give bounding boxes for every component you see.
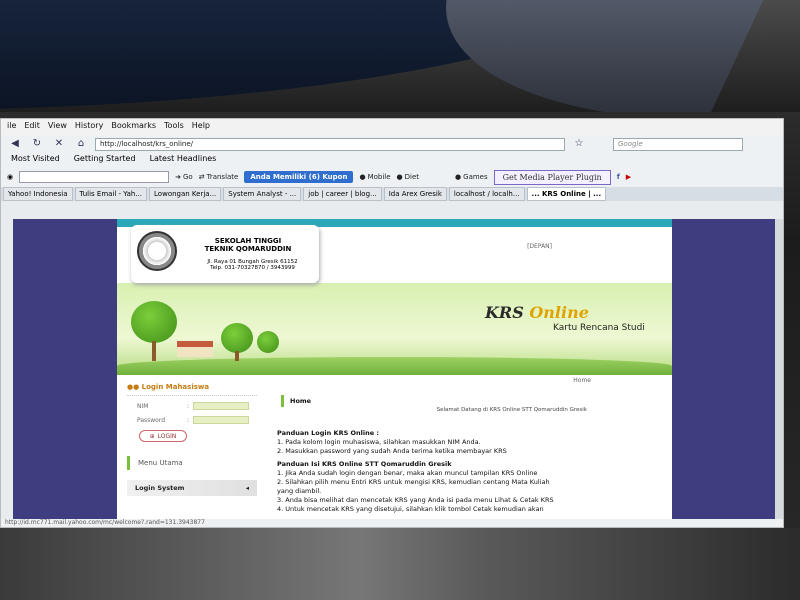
- games-icon: ●: [455, 173, 462, 181]
- diet-icon: ●: [396, 173, 403, 181]
- stop-icon[interactable]: ✕: [51, 137, 67, 151]
- school-header: SEKOLAH TINGGI TEKNIK QOMARUDDIN Jl. Ray…: [131, 225, 319, 283]
- menu-file[interactable]: ile: [7, 121, 16, 133]
- welcome-text: Selamat Datang di KRS Online STT Qomarud…: [436, 407, 587, 413]
- search-input[interactable]: Google: [613, 137, 743, 151]
- browser-screenshot: ile Edit View History Bookmarks Tools He…: [0, 118, 784, 528]
- password-input[interactable]: [193, 416, 250, 424]
- tab-lowongan[interactable]: Lowongan Kerja...: [149, 187, 222, 201]
- tab-system-analyst[interactable]: System Analyst - ...: [223, 187, 302, 201]
- menu-heading: Menu Utama: [127, 456, 257, 470]
- bookmark-latest-headlines[interactable]: Latest Headlines: [150, 154, 217, 166]
- school-name: SEKOLAH TINGGI TEKNIK QOMARUDDIN: [204, 237, 292, 253]
- tab-strip: Yahoo! Indonesia Tulis Email - Yah... Lo…: [1, 187, 783, 201]
- menu-edit[interactable]: Edit: [24, 121, 40, 133]
- youtube-icon[interactable]: ▶: [626, 173, 631, 181]
- bookmarks-bar: Most Visited Getting Started Latest Head…: [1, 153, 783, 167]
- krs-title: KRS Online: [485, 303, 589, 322]
- vertical-scrollbar[interactable]: [775, 219, 783, 519]
- tree-icon: [221, 323, 253, 353]
- tree-icon: [257, 331, 279, 353]
- facebook-icon[interactable]: f: [617, 173, 620, 181]
- toolbar-logo-icon[interactable]: ◉: [7, 173, 13, 181]
- nim-input[interactable]: [193, 402, 250, 410]
- arrow-right-icon: ⊕: [149, 432, 155, 440]
- banner-ground: [117, 357, 672, 375]
- login-button[interactable]: ⊕ LOGIN: [139, 430, 187, 442]
- url-input[interactable]: http://localhost/krs_online/: [95, 137, 565, 151]
- tree-icon: [131, 301, 177, 343]
- reload-icon[interactable]: ↻: [29, 137, 45, 151]
- school-seal-icon: [137, 231, 177, 271]
- home-heading: Home: [281, 395, 317, 407]
- browser-menubar: ile Edit View History Bookmarks Tools He…: [1, 119, 783, 135]
- login-heading: ●● Login Mahasiswa: [127, 379, 257, 396]
- translate-button[interactable]: ⇄ Translate: [199, 173, 239, 181]
- slide-header-decoration: [0, 0, 800, 112]
- bookmark-most-visited[interactable]: Most Visited: [11, 154, 60, 166]
- main-content: Home Home Selamat Datang di KRS Online S…: [267, 377, 597, 519]
- diet-button[interactable]: ● Diet: [397, 173, 420, 181]
- nim-label: NIM: [137, 402, 149, 410]
- go-button[interactable]: ➜ Go: [175, 173, 193, 181]
- password-label: Password: [137, 416, 166, 424]
- tree-trunk: [235, 351, 239, 361]
- menu-item-login-system[interactable]: Login System ◂: [127, 480, 257, 496]
- panduan-text: Panduan Login KRS Online : 1. Pada kolom…: [277, 429, 554, 513]
- menu-history[interactable]: History: [75, 121, 103, 133]
- bookmark-getting-started[interactable]: Getting Started: [74, 154, 136, 166]
- tab-job-career[interactable]: job | career | blog...: [303, 187, 382, 201]
- tab-tulis-email[interactable]: Tulis Email - Yah...: [74, 187, 148, 201]
- school-address: Jl. Raya 01 Bungah Gresik 61152 Telp. 03…: [207, 259, 298, 271]
- menu-tools[interactable]: Tools: [164, 121, 184, 133]
- go-icon: ➜: [175, 173, 181, 181]
- tab-localhost[interactable]: localhost / localh...: [448, 187, 525, 201]
- games-button[interactable]: ● Games: [455, 173, 488, 181]
- media-plugin-button[interactable]: Get Media Player Plugin: [493, 169, 611, 185]
- menu-view[interactable]: View: [48, 121, 67, 133]
- depan-link[interactable]: [DEPAN]: [527, 243, 552, 250]
- password-row: Password :: [137, 416, 257, 424]
- nim-row: NIM :: [137, 402, 257, 410]
- kupon-button[interactable]: Anda Memiliki (6) Kupon: [244, 171, 354, 183]
- mobile-icon: ●: [359, 173, 366, 181]
- tab-ida-arex[interactable]: Ida Arex Gresik: [383, 187, 447, 201]
- back-icon[interactable]: ◀: [7, 137, 23, 151]
- addon-toolbar: ◉ ➜ Go ⇄ Translate Anda Memiliki (6) Kupon…: [1, 167, 783, 187]
- mobile-button[interactable]: ● Mobile: [359, 173, 390, 181]
- page-viewport: SEKOLAH TINGGI TEKNIK QOMARUDDIN Jl. Ray…: [13, 219, 783, 519]
- home-icon[interactable]: ⌂: [73, 137, 89, 151]
- krs-subtitle: Kartu Rencana Studi: [553, 323, 645, 333]
- translate-icon: ⇄: [198, 173, 205, 181]
- chevron-icon: ◂: [245, 484, 249, 492]
- house-icon: [177, 341, 213, 357]
- slide-footer-decoration: [0, 528, 800, 600]
- home-link[interactable]: Home: [573, 377, 591, 384]
- menu-bookmarks[interactable]: Bookmarks: [111, 121, 156, 133]
- sidebar: ●● Login Mahasiswa NIM : Password : ⊕ LO…: [127, 379, 257, 519]
- menu-help[interactable]: Help: [192, 121, 210, 133]
- toolbar-search-input[interactable]: [19, 171, 170, 183]
- tab-krs-online[interactable]: ... KRS Online | ...: [526, 187, 607, 201]
- krs-site: SEKOLAH TINGGI TEKNIK QOMARUDDIN Jl. Ray…: [117, 219, 672, 519]
- krs-banner: KRS Online Kartu Rencana Studi: [117, 283, 672, 375]
- tab-yahoo[interactable]: Yahoo! Indonesia: [3, 187, 73, 201]
- tree-trunk: [152, 341, 156, 361]
- browser-navbar: ◀ ↻ ✕ ⌂ http://localhost/krs_online/ ☆ G…: [1, 135, 783, 153]
- bookmark-star-icon[interactable]: ☆: [571, 137, 587, 151]
- status-bar: http://id.mc771.mail.yahoo.com/mc/welcom…: [1, 519, 783, 527]
